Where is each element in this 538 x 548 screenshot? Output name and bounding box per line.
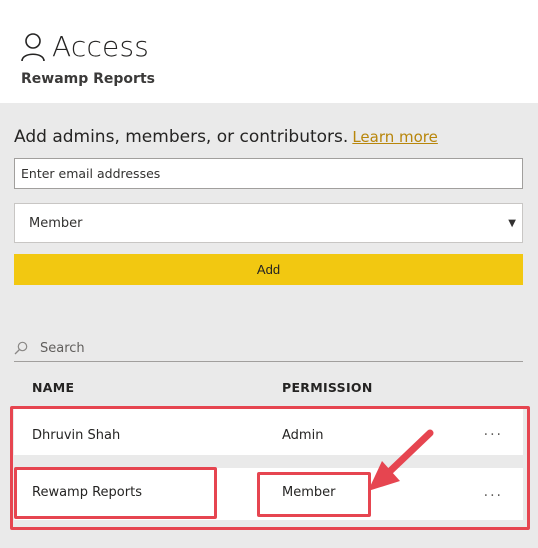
table-row[interactable]: Dhruvin Shah Admin ... (14, 409, 523, 455)
email-input[interactable] (14, 158, 523, 189)
column-header-permission[interactable]: PERMISSION (282, 380, 373, 395)
caret-down-icon: ▼ (508, 217, 516, 229)
row-name: Dhruvin Shah (32, 428, 121, 443)
role-select[interactable]: Member ▼ (14, 203, 523, 243)
add-button[interactable]: Add (14, 254, 523, 285)
row-name: Rewamp Reports (32, 485, 142, 500)
title-row: Access (20, 30, 149, 63)
role-select-value: Member (29, 215, 83, 231)
more-options-icon[interactable]: ... (484, 484, 503, 500)
column-header-name[interactable]: NAME (32, 380, 74, 395)
search-bar (14, 335, 523, 362)
more-options-icon[interactable]: ... (484, 423, 503, 439)
page-subtitle: Rewamp Reports (21, 71, 155, 87)
header: Access Rewamp Reports (0, 0, 538, 103)
page-title: Access (52, 30, 150, 63)
learn-more-link[interactable]: Learn more (352, 128, 438, 146)
access-panel: Add admins, members, or contributors. Lea… (0, 103, 538, 548)
table-row[interactable]: Rewamp Reports Member ... (14, 468, 523, 520)
row-permission: Member (282, 485, 336, 500)
search-input[interactable] (40, 340, 500, 356)
person-icon (21, 32, 45, 61)
search-icon (14, 341, 28, 355)
add-heading: Add admins, members, or contributors. Lea… (14, 127, 438, 147)
row-permission: Admin (282, 428, 324, 443)
add-heading-text: Add admins, members, or contributors. (14, 127, 349, 147)
